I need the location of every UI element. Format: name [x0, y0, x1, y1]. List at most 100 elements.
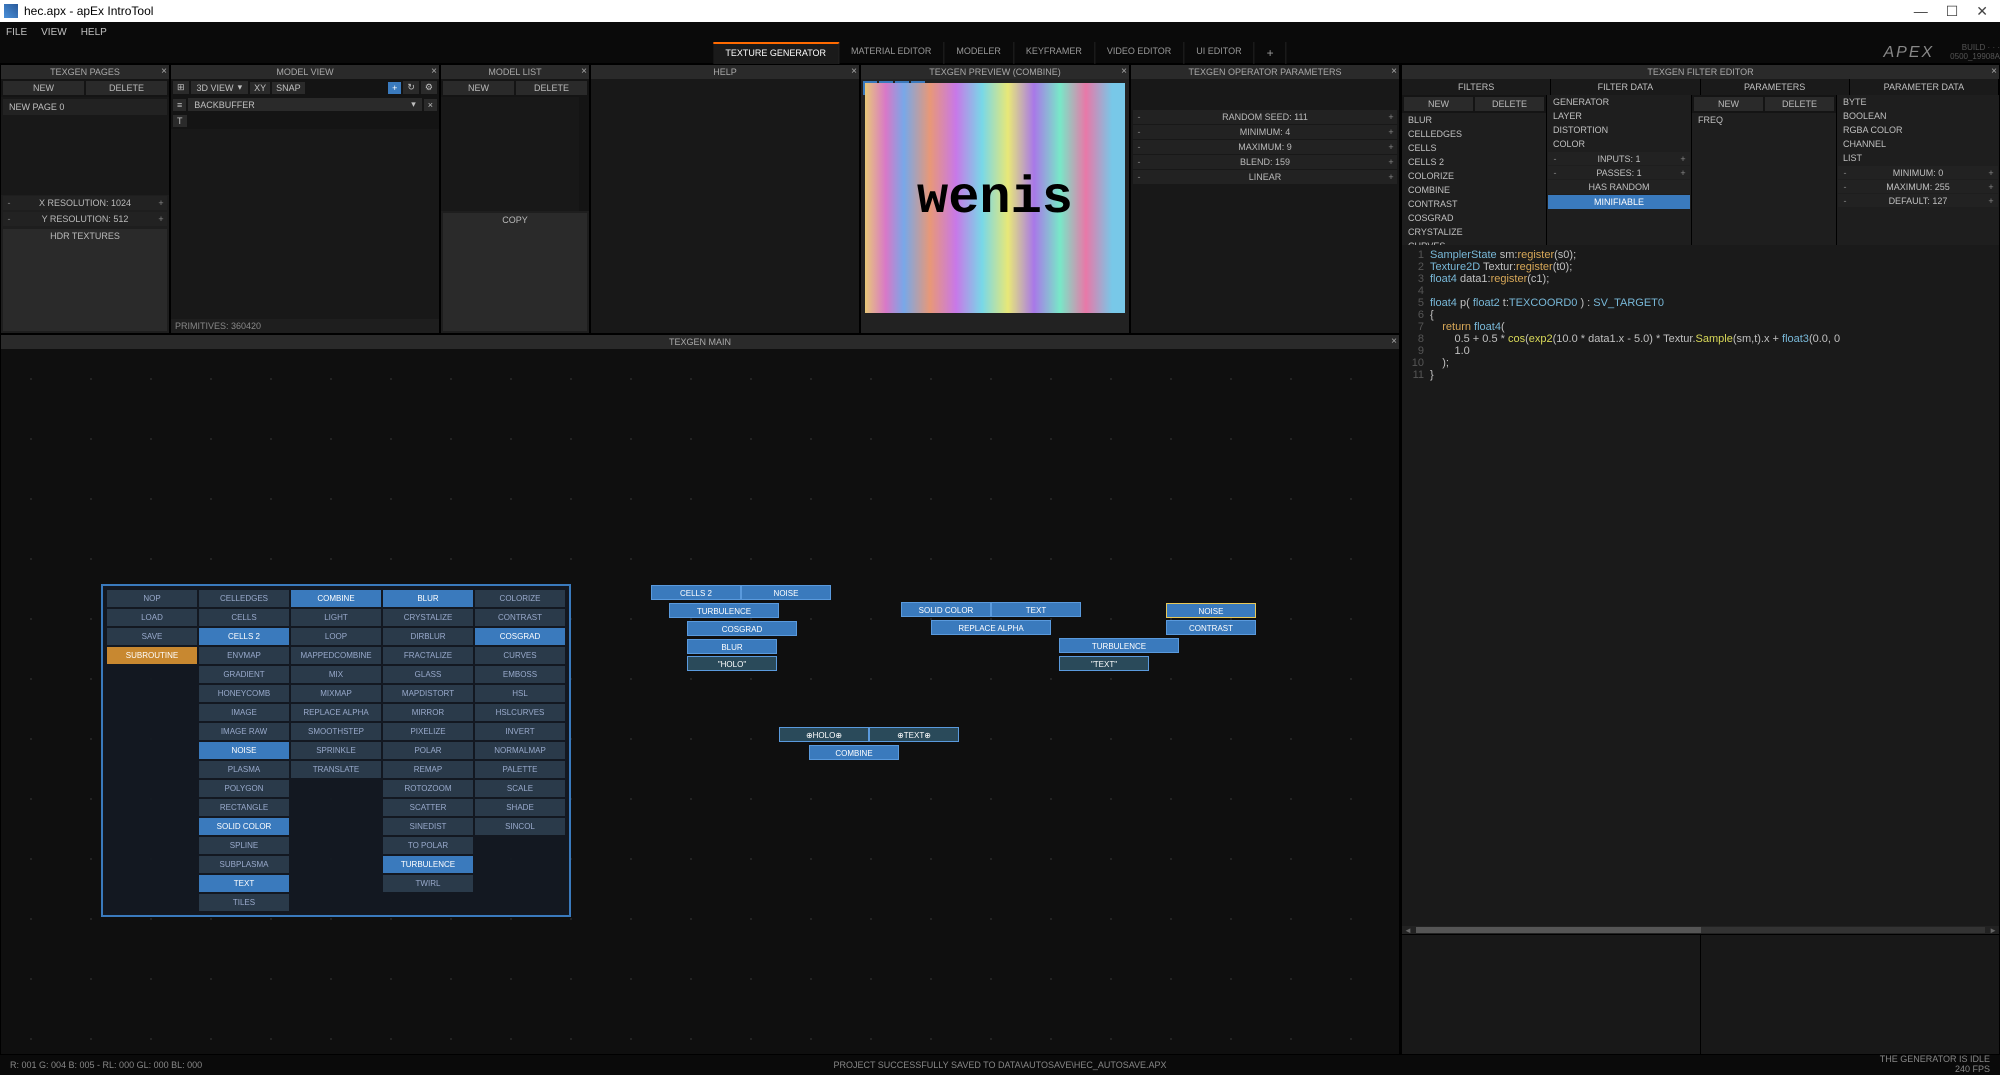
op-fractalize[interactable]: FRACTALIZE [383, 647, 473, 664]
minus-icon[interactable]: - [1133, 127, 1145, 137]
op-scatter[interactable]: SCATTER [383, 799, 473, 816]
tab-keyframer[interactable]: KEYFRAMER [1014, 42, 1095, 64]
filterdata-item[interactable]: GENERATOR [1547, 95, 1691, 109]
plus-icon[interactable]: + [388, 82, 401, 94]
op-rotozoom[interactable]: ROTOZOOM [383, 780, 473, 797]
filter-item[interactable]: CELLEDGES [1402, 127, 1546, 141]
minifiable-toggle[interactable]: MINIFIABLE [1548, 195, 1690, 209]
filterdata-item[interactable]: DISTORTION [1547, 123, 1691, 137]
plus-icon[interactable]: + [1385, 172, 1397, 182]
op-cells-2[interactable]: CELLS 2 [199, 628, 289, 645]
plus-icon[interactable]: + [1385, 112, 1397, 122]
new-button[interactable]: NEW [1694, 97, 1763, 111]
op-remap[interactable]: REMAP [383, 761, 473, 778]
maximize-icon[interactable]: ☐ [1946, 3, 1959, 20]
y-resolution[interactable]: Y RESOLUTION: 512 [15, 214, 155, 224]
op-mappedcombine[interactable]: MAPPEDCOMBINE [291, 647, 381, 664]
op-solid-color[interactable]: SOLID COLOR [199, 818, 289, 835]
op-loop[interactable]: LOOP [291, 628, 381, 645]
filterdata-item[interactable]: COLOR [1547, 137, 1691, 151]
op-light[interactable]: LIGHT [291, 609, 381, 626]
op-blur[interactable]: BLUR [383, 590, 473, 607]
paramdata-item[interactable]: BYTE [1837, 95, 1999, 109]
close-icon[interactable]: × [424, 99, 437, 111]
x-resolution[interactable]: X RESOLUTION: 1024 [15, 198, 155, 208]
node-text[interactable]: TEXT [991, 602, 1081, 617]
op-celledges[interactable]: CELLEDGES [199, 590, 289, 607]
node-cells2[interactable]: CELLS 2 [651, 585, 741, 600]
filter-item[interactable]: CONTRAST [1402, 197, 1546, 211]
param-value[interactable]: RANDOM SEED: 111 [1145, 112, 1385, 122]
op-dirblur[interactable]: DIRBLUR [383, 628, 473, 645]
close-icon[interactable]: × [581, 65, 587, 79]
op-noise[interactable]: NOISE [199, 742, 289, 759]
op-text[interactable]: TEXT [199, 875, 289, 892]
node-turbulence[interactable]: TURBULENCE [669, 603, 779, 618]
op-subplasma[interactable]: SUBPLASMA [199, 856, 289, 873]
op-polar[interactable]: POLAR [383, 742, 473, 759]
node-canvas[interactable]: NOPLOADSAVESUBROUTINECELLEDGESCELLSCELLS… [1, 349, 1399, 1054]
op-image-raw[interactable]: IMAGE RAW [199, 723, 289, 740]
new-button[interactable]: NEW [3, 81, 84, 95]
filter-tab-filter-data[interactable]: FILTER DATA [1551, 79, 1700, 95]
settings-icon[interactable]: ⚙ [421, 81, 437, 94]
paramdata-item[interactable]: RGBA COLOR [1837, 123, 1999, 137]
delete-button[interactable]: DELETE [1475, 97, 1544, 111]
paramdata-item[interactable]: LIST [1837, 151, 1999, 165]
node-turbulence[interactable]: TURBULENCE [1059, 638, 1179, 653]
minus-icon[interactable]: - [1840, 182, 1850, 192]
viewport-3d[interactable] [171, 129, 439, 319]
op-sprinkle[interactable]: SPRINKLE [291, 742, 381, 759]
close-icon[interactable]: × [431, 65, 437, 79]
filter-item[interactable]: CRYSTALIZE [1402, 225, 1546, 239]
node-contrast[interactable]: CONTRAST [1166, 620, 1256, 635]
close-icon[interactable]: × [1391, 65, 1397, 79]
filter-tab-parameter-data[interactable]: PARAMETER DATA [1850, 79, 1999, 95]
op-to-polar[interactable]: TO POLAR [383, 837, 473, 854]
grid-icon[interactable]: ⊞ [173, 81, 189, 94]
filter-tab-filters[interactable]: FILTERS [1402, 79, 1551, 95]
default-param[interactable]: DEFAULT: 127 [1850, 196, 1986, 206]
node-holo[interactable]: ⊕HOLO⊕ [779, 727, 869, 742]
op-combine[interactable]: COMBINE [291, 590, 381, 607]
tab-material-editor[interactable]: MATERIAL EDITOR [839, 42, 944, 64]
delete-button[interactable]: DELETE [86, 81, 167, 95]
scrollbar-horizontal[interactable]: ◄► [1402, 926, 1999, 934]
close-icon[interactable]: × [161, 65, 167, 79]
param-value[interactable]: MINIMUM: 4 [1145, 127, 1385, 137]
delete-button[interactable]: DELETE [516, 81, 587, 95]
view-mode-dropdown[interactable]: 3D VIEW▾ [191, 81, 249, 94]
op-image[interactable]: IMAGE [199, 704, 289, 721]
minus-icon[interactable]: - [3, 198, 15, 208]
menu-file[interactable]: FILE [6, 27, 27, 38]
op-scale[interactable]: SCALE [475, 780, 565, 797]
op-shade[interactable]: SHADE [475, 799, 565, 816]
filterdata-item[interactable]: LAYER [1547, 109, 1691, 123]
minus-icon[interactable]: - [3, 214, 15, 224]
node-blur[interactable]: BLUR [687, 639, 777, 654]
max-param[interactable]: MAXIMUM: 255 [1850, 182, 1986, 192]
new-button[interactable]: NEW [443, 81, 514, 95]
op-cells[interactable]: CELLS [199, 609, 289, 626]
filter-item[interactable]: COMBINE [1402, 183, 1546, 197]
node-text[interactable]: ⊕TEXT⊕ [869, 727, 959, 742]
has-random-toggle[interactable]: HAS RANDOM [1548, 180, 1690, 194]
inputs-param[interactable]: INPUTS: 1 [1560, 154, 1678, 164]
menu-view[interactable]: VIEW [41, 27, 67, 38]
minus-icon[interactable]: - [1550, 168, 1560, 178]
minus-icon[interactable]: - [1550, 154, 1560, 164]
close-icon[interactable]: × [1991, 65, 1997, 79]
op-rectangle[interactable]: RECTANGLE [199, 799, 289, 816]
paramdata-item[interactable]: CHANNEL [1837, 137, 1999, 151]
op-smoothstep[interactable]: SMOOTHSTEP [291, 723, 381, 740]
param-value[interactable]: BLEND: 159 [1145, 157, 1385, 167]
op-polygon[interactable]: POLYGON [199, 780, 289, 797]
op-translate[interactable]: TRANSLATE [291, 761, 381, 778]
node-noise[interactable]: NOISE [1166, 603, 1256, 618]
delete-button[interactable]: DELETE [1765, 97, 1834, 111]
plus-icon[interactable]: + [1385, 142, 1397, 152]
op-plasma[interactable]: PLASMA [199, 761, 289, 778]
node-solidcolor[interactable]: SOLID COLOR [901, 602, 991, 617]
op-sincol[interactable]: SINCOL [475, 818, 565, 835]
op-curves[interactable]: CURVES [475, 647, 565, 664]
